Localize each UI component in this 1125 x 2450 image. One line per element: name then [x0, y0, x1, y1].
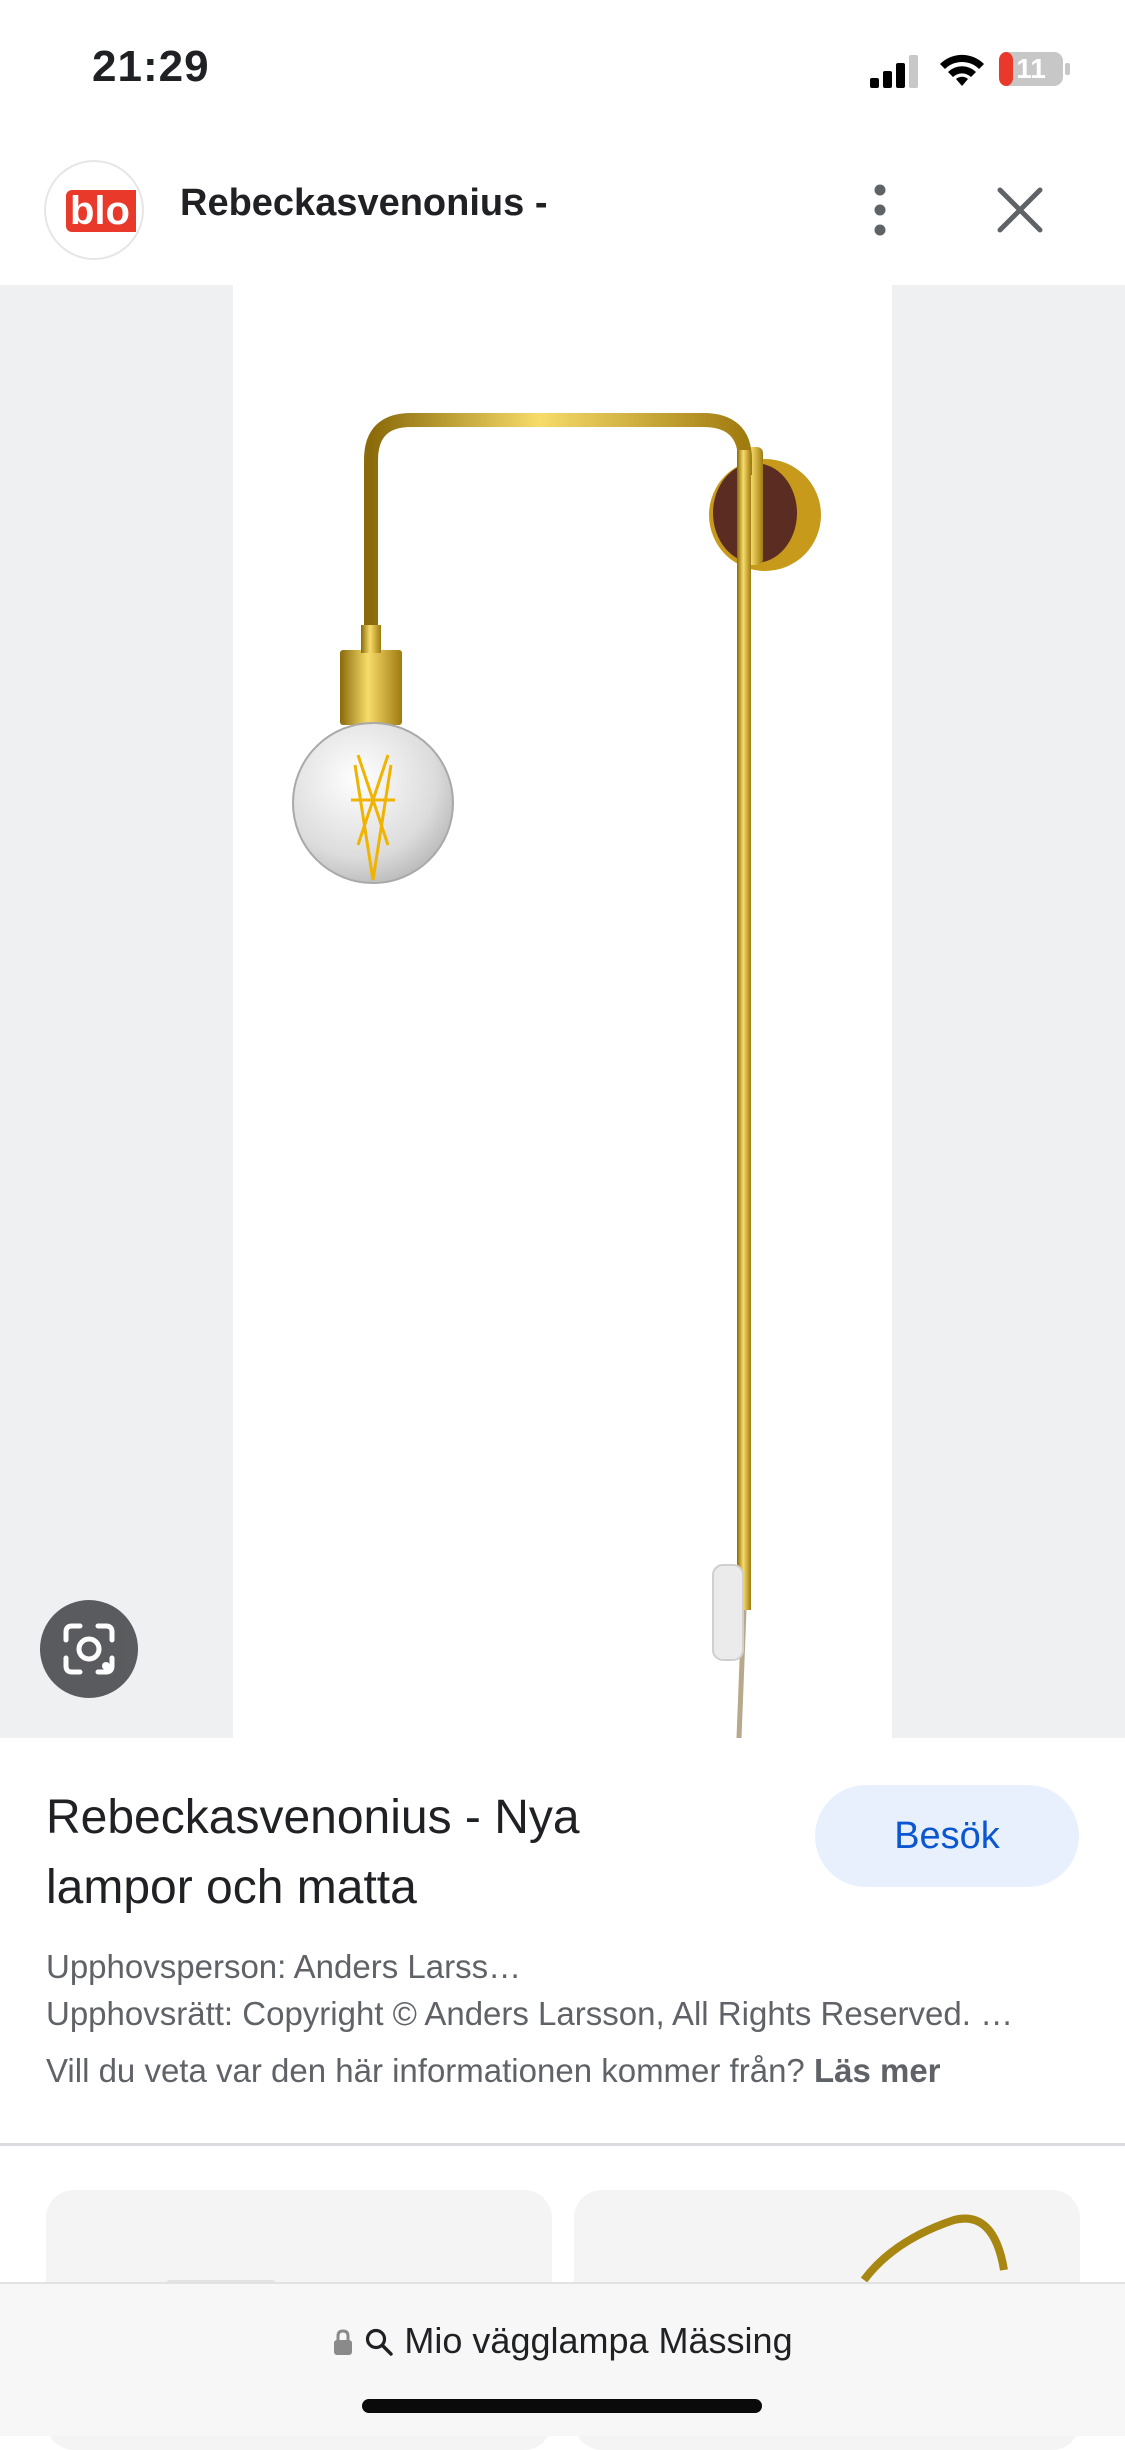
- image-viewer: [0, 285, 1125, 1739]
- source-info: Vill du veta var den här informationen k…: [46, 2052, 941, 2090]
- signal-icon: [870, 55, 918, 88]
- battery-level: 11: [1016, 53, 1046, 84]
- creator-line: Upphovsperson: Anders Larss…: [46, 1948, 522, 1985]
- source-question: Vill du veta var den här informationen k…: [46, 2052, 805, 2089]
- status-bar: 21:29 11: [0, 0, 1125, 140]
- learn-more-link[interactable]: Läs mer: [814, 2052, 941, 2089]
- battery-icon: 11: [998, 50, 1072, 88]
- wall-lamp-illustration: [292, 413, 821, 1739]
- product-image[interactable]: [233, 285, 892, 1739]
- copyright-line: Upphovsrätt: Copyright © Anders Larsson,…: [46, 1995, 1014, 2032]
- google-lens-button[interactable]: [40, 1600, 138, 1698]
- close-icon[interactable]: [990, 180, 1050, 240]
- site-title[interactable]: Rebeckasvenonius -: [180, 182, 547, 225]
- site-header: blo Rebeckasvenonius -: [0, 150, 1125, 285]
- more-vert-icon[interactable]: [860, 180, 900, 240]
- wifi-icon: [940, 54, 984, 86]
- status-time: 21:29: [92, 42, 210, 91]
- url-display[interactable]: Mio vägglampa Mässing: [0, 2320, 1125, 2362]
- result-title[interactable]: Rebeckasvenonius - Nya lampor och matta: [46, 1783, 686, 1923]
- url-text: Mio vägglampa Mässing: [404, 2320, 793, 2361]
- url-bar[interactable]: Mio vägglampa Mässing: [0, 2282, 1125, 2436]
- divider: [0, 2143, 1125, 2146]
- visit-button[interactable]: Besök: [815, 1785, 1079, 1887]
- site-logo-text: blo: [66, 190, 136, 232]
- lens-icon: [63, 1623, 115, 1675]
- search-icon: [366, 2328, 394, 2356]
- lock-icon: [334, 2329, 353, 2355]
- home-indicator: [362, 2399, 762, 2413]
- site-logo[interactable]: blo: [46, 162, 142, 258]
